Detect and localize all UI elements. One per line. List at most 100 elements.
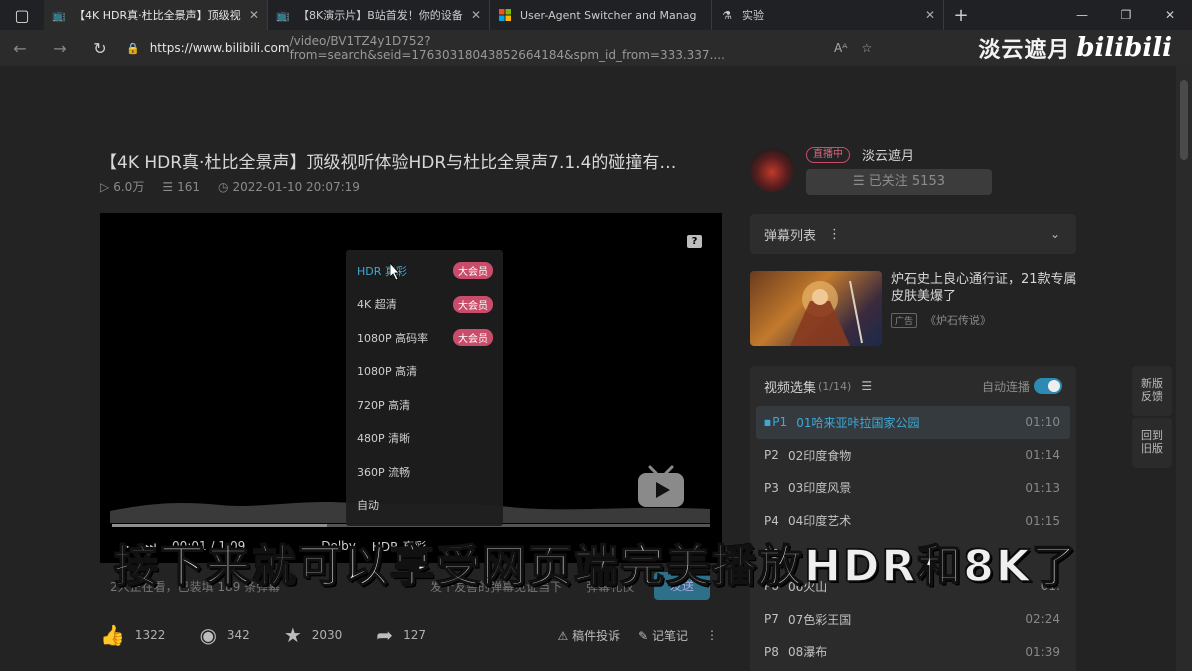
favorite-button[interactable]: ★ 2030 [284,623,342,647]
microsoft-tab-icon [498,8,512,22]
new-tab-icon[interactable]: + [944,5,978,26]
follow-label: 已关注 5153 [868,174,945,189]
warning-icon: ⚠ [557,628,569,643]
share-button[interactable]: ➦ 127 [376,623,426,647]
ad-title[interactable]: 炉石史上良心通行证，21款专属皮肤美爆了 [891,271,1079,305]
page-scrollbar[interactable] [1176,66,1192,671]
uploader-avatar[interactable] [750,148,794,192]
danmaku-etiquette-link[interactable]: 弹幕礼仪 [586,578,634,595]
playlist-item[interactable]: P8 08瀑布 01:39 [750,636,1076,669]
quality-option-label: 自动 [357,499,379,513]
tab-title: User-Agent Switcher and Manag [520,8,697,22]
favorite-star-icon[interactable]: ☆ [861,41,872,55]
video-actions: 👍 1322 ◉ 342 ★ 2030 ➦ 127 ⚠ 稿件投诉 ✎ 记笔记 ⋮ [100,620,722,650]
url-path: /video/BV1TZ4y1D752?from=search&seid=176… [289,34,725,62]
playlist-item[interactable]: P4 04印度艺术 01:15 [750,504,1076,537]
notes-button[interactable]: ✎ 记笔记 [638,627,688,644]
restore-icon[interactable]: ❐ [1104,0,1148,30]
tab-4k-hdr[interactable]: 📺 【4K HDR真·杜比全景声】顶级视 ✕ [44,0,268,30]
bilibili-tv-logo [638,465,684,507]
danmaku-list-panel[interactable]: 弹幕列表 ⋮ ⌄ [750,214,1076,254]
quality-option[interactable]: 1080P 高清 [346,355,503,389]
playlist-item-number: P1 [772,415,788,430]
playlist-item[interactable]: ▮▮▮ P1 01哈来亚咔拉国家公园 01:10 [756,406,1070,439]
scrollbar-thumb[interactable] [1180,80,1188,160]
chevron-down-icon[interactable]: ⌄ [1050,227,1060,241]
quality-option-label: 4K 超清 [357,298,397,312]
more-vertical-icon[interactable]: ⋮ [828,227,841,242]
playlist-item[interactable]: P6 06火山 01: [750,570,1076,603]
old-version-button[interactable]: 回到 旧版 [1132,418,1172,468]
list-view-icon[interactable]: ☰ [861,379,872,393]
uploader-name[interactable]: 淡云遮月 [862,145,914,164]
playlist-item-title: 08瀑布 [788,645,828,660]
lock-icon: 🔒 [126,41,140,55]
danmaku-input[interactable]: 发个友善的弹幕见证当下 [430,578,562,595]
ad-tag: 广告 《炉石传说》 [891,312,991,328]
share-count: 127 [403,628,426,642]
video-player[interactable]: ? ▶ ⏭ 00:01 / 1:09 Dolby HDR 真彩 HDR 真彩 大会… [100,213,722,563]
close-tab-icon[interactable]: ✕ [925,8,935,22]
tab-ua-switcher[interactable]: User-Agent Switcher and Manag [490,0,712,30]
help-icon[interactable]: ? [687,235,702,248]
address-icons: Aᴬ ☆ [834,41,872,55]
playlist-items: ▮▮▮ P1 01哈来亚咔拉国家公园 01:10 P2 02印度食物 01:14 P3 03印度… [750,406,1076,668]
playlist-item[interactable]: P7 07色彩王国 02:24 [750,603,1076,636]
flask-icon: ⚗ [722,8,732,22]
quality-option[interactable]: 480P 清晰 [346,422,503,456]
follow-button[interactable]: ☰ 已关注 5153 [806,169,992,195]
play-button[interactable]: ▶ [120,539,129,553]
feedback-label: 新版 反馈 [1141,377,1163,403]
quality-button[interactable]: HDR 真彩 [372,538,426,555]
autoplay-toggle[interactable] [1034,378,1062,394]
playlist-item-duration: 01:13 [1025,480,1060,495]
tab-8k-demo[interactable]: 📺 【8K演示片】B站首发！你的设备 ✕ [268,0,490,30]
report-button[interactable]: ⚠ 稿件投诉 [557,627,620,644]
dolby-button[interactable]: Dolby [321,539,356,553]
url-field[interactable]: 🔒 https://www.bilibili.com /video/BV1TZ4… [120,34,820,62]
ad-card[interactable]: 炉石史上良心通行证，21款专属皮肤美爆了 广告 《炉石传说》 [750,271,1079,347]
view-count: 6.0万 [113,180,145,194]
more-icon[interactable]: ⋮ [706,628,718,642]
tab-experiments[interactable]: ⚗ 实验 ✕ [712,0,944,30]
star-icon: ★ [283,623,302,647]
close-window-icon[interactable]: ✕ [1148,0,1192,30]
now-playing-icon: ▮▮▮ [764,417,771,427]
playlist-item[interactable]: P2 02印度食物 01:14 [750,439,1076,472]
like-count: 1322 [134,628,166,642]
live-badge[interactable]: 直播中 [806,147,850,163]
tab-actions-icon[interactable]: ▢ [0,0,44,30]
share-arrow-icon: ➦ [376,623,394,647]
close-tab-icon[interactable]: ✕ [471,8,481,22]
send-danmaku-button[interactable]: 发送 [654,572,710,600]
danmaku-icon: ☰ [162,179,174,194]
quality-option[interactable]: 360P 流畅 [346,455,503,489]
quality-option[interactable]: 自动 [346,489,503,523]
new-feedback-button[interactable]: 新版 反馈 [1132,366,1172,416]
ad-source[interactable]: 《炉石传说》 [925,312,991,328]
playlist-item-number: P4 [764,513,779,528]
ad-thumbnail[interactable] [750,271,882,346]
quality-option-label: 720P 高清 [357,398,411,412]
danmaku-list-label: 弹幕列表 [764,228,817,244]
minimize-icon[interactable]: — [1060,0,1104,30]
quality-option[interactable]: HDR 真彩 大会员 [346,254,503,288]
playlist-count: (1/14) [818,379,852,393]
read-aloud-icon[interactable]: Aᴬ [834,41,847,55]
forward-icon[interactable]: → [40,39,80,58]
quality-option[interactable]: 720P 高清 [346,388,503,422]
quality-option[interactable]: 4K 超清 大会员 [346,288,503,322]
like-button[interactable]: 👍 1322 [100,623,165,647]
playlist-item[interactable]: P3 03印度风景 01:13 [750,472,1076,505]
next-button[interactable]: ⏭ [145,539,156,554]
playlist-item-number: P3 [764,480,779,495]
coin-button[interactable]: ◉ 342 [199,623,249,647]
watermark-name: 淡云遮月 [978,38,1071,63]
time-display: 00:01 / 1:09 [172,539,246,553]
reload-icon[interactable]: ↻ [80,39,120,58]
bilibili-logo: bilibili [1076,33,1172,63]
back-icon[interactable]: ← [0,39,40,58]
quality-option[interactable]: 1080P 高码率 大会员 [346,321,503,355]
close-tab-icon[interactable]: ✕ [249,8,259,22]
playlist-item[interactable]: P5 [750,537,1076,570]
